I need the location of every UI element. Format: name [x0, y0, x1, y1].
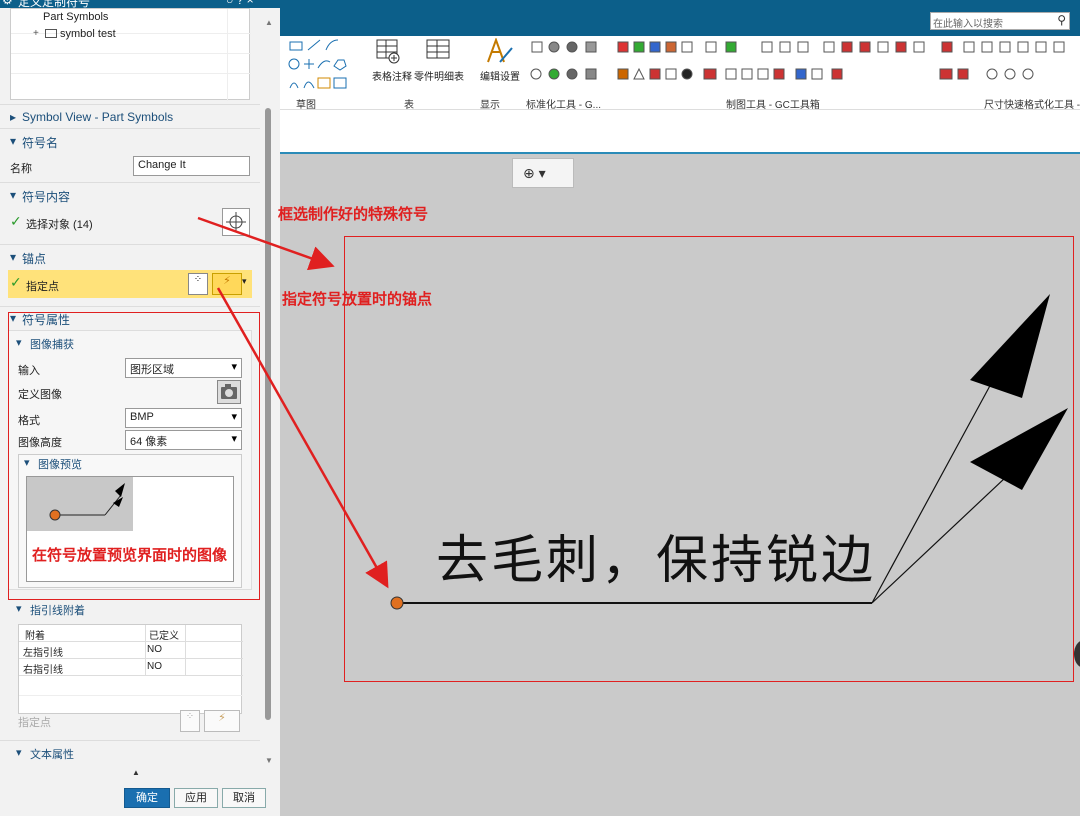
- table-note-icon[interactable]: [374, 38, 404, 66]
- crosshair-icon: [226, 212, 246, 232]
- chevron-down-icon[interactable]: ▾: [10, 134, 16, 148]
- symbol-tree[interactable]: Part Symbols + symbol test: [10, 8, 251, 101]
- folder-icon: [45, 29, 57, 38]
- leader-attach-table: 附着 已定义 左指引线 NO 右指引线 NO: [18, 624, 243, 714]
- search-icon[interactable]: ⚲: [1057, 13, 1066, 27]
- select-object-button[interactable]: [222, 208, 250, 236]
- table-cell-left-defined: NO: [147, 644, 162, 655]
- sketch-tools-icon[interactable]: [286, 38, 356, 92]
- chevron-down-icon[interactable]: ▾: [10, 188, 16, 202]
- chevron-right-icon[interactable]: ▸: [10, 110, 16, 124]
- table-cell-right-defined: NO: [147, 661, 162, 672]
- table-header-defined: 已定义: [149, 631, 179, 642]
- ribbon-group-display: 显示: [480, 100, 500, 111]
- ribbon-group-drawing-tools: 制图工具 - GC工具箱: [726, 100, 820, 111]
- parts-list-icon[interactable]: [424, 38, 454, 66]
- ribbon-group-sketch: 草图: [296, 100, 316, 111]
- text-attrs-header[interactable]: 文本属性: [30, 746, 74, 762]
- ribbon: 表格注释 零件明细表 编辑设置 草图 表 显示 标准化工具 - G... 制图工…: [280, 36, 1080, 111]
- dialog-title: 定义定制符号: [18, 0, 91, 8]
- app-title-bar: 在此输入以搜索 ⚲: [280, 0, 1080, 36]
- point-dialog-icon[interactable]: ⁘: [188, 273, 208, 295]
- symbol-text: 去毛刺，保持锐边: [436, 531, 877, 591]
- specify-point-row[interactable]: ✓ 指定点 ⁘ ⚡ ▾: [8, 270, 252, 298]
- search-input[interactable]: 在此输入以搜索: [933, 15, 1003, 30]
- annotation-select: 框选制作好的特殊符号: [278, 206, 429, 223]
- search-box[interactable]: 在此输入以搜索 ⚲: [930, 12, 1070, 30]
- graphics-area[interactable]: ⊕ ▾ 去毛刺，保持锐边: [280, 154, 1080, 816]
- edit-settings-icon[interactable]: [484, 38, 514, 66]
- apply-button[interactable]: 应用: [174, 788, 218, 808]
- name-field[interactable]: Change It: [133, 156, 250, 176]
- point-dialog-icon[interactable]: ⁘: [180, 710, 200, 732]
- parts-list-label[interactable]: 零件明细表: [414, 68, 464, 83]
- symbol-content-header[interactable]: 符号内容: [22, 188, 70, 205]
- table-row-left-leader[interactable]: 左指引线: [23, 644, 63, 659]
- annotation-anchor: 指定符号放置时的锚点: [282, 291, 433, 308]
- scroll-up-icon[interactable]: ▲: [265, 18, 273, 27]
- table-note-label[interactable]: 表格注释: [372, 68, 412, 83]
- check-icon: ✓: [10, 274, 22, 290]
- check-icon: ✓: [10, 213, 22, 229]
- table-row-right-leader[interactable]: 右指引线: [23, 661, 63, 676]
- leader-specify-point-label: 指定点: [18, 717, 51, 729]
- name-label: 名称: [10, 163, 32, 175]
- tree-item-part-symbols[interactable]: Part Symbols: [43, 11, 108, 23]
- gear-icon[interactable]: ⚙: [2, 0, 13, 7]
- scrollbar-thumb[interactable]: [265, 108, 271, 720]
- collapse-arrow-icon[interactable]: ▲: [132, 768, 140, 777]
- inferred-point-icon[interactable]: ⚡: [212, 273, 242, 295]
- leader-attach-header[interactable]: 指引线附着: [30, 602, 85, 618]
- edit-settings-label[interactable]: 编辑设置: [480, 68, 520, 83]
- symbol-name-header[interactable]: 符号名: [22, 134, 58, 151]
- symbol-drawing: [390, 294, 1068, 610]
- tree-item-symbol-test[interactable]: symbol test: [60, 28, 116, 40]
- chevron-down-icon[interactable]: ▾: [242, 276, 247, 287]
- symbol-view-header[interactable]: Symbol View - Part Symbols: [22, 110, 173, 124]
- scroll-down-icon[interactable]: ▼: [265, 756, 273, 765]
- ok-button[interactable]: 确定: [124, 788, 170, 808]
- command-bar: [280, 110, 1080, 154]
- cancel-button[interactable]: 取消: [222, 788, 266, 808]
- ribbon-group-standard-tools: 标准化工具 - G...: [526, 100, 601, 111]
- table-header-attach: 附着: [25, 631, 45, 642]
- ribbon-group-table: 表: [404, 100, 414, 111]
- specify-point-label: 指定点: [26, 281, 59, 293]
- toolbox-icons[interactable]: [526, 40, 1080, 84]
- dialog-window-controls[interactable]: ○ ? ×: [226, 0, 254, 7]
- annotation-preview: 在符号放置预览界面时的图像: [32, 547, 228, 564]
- dialog-footer: ▲ 确定 应用 取消: [0, 768, 280, 816]
- dialog-title-bar: ⚙ 定义定制符号 ○ ? ×: [0, 0, 280, 8]
- anchor-header[interactable]: 锚点: [22, 250, 46, 267]
- select-objects-label[interactable]: 选择对象 (14): [26, 216, 93, 232]
- chevron-down-icon[interactable]: ▾: [16, 602, 22, 615]
- chevron-down-icon[interactable]: ▾: [10, 250, 16, 264]
- expand-icon[interactable]: +: [33, 28, 39, 39]
- inferred-point-icon[interactable]: ⚡: [204, 710, 240, 732]
- panel-scrollbar[interactable]: ▲ ▼: [260, 8, 280, 768]
- ribbon-group-dim-format: 尺寸快速格式化工具 - G: [984, 100, 1080, 111]
- chevron-down-icon[interactable]: ▾: [16, 746, 22, 759]
